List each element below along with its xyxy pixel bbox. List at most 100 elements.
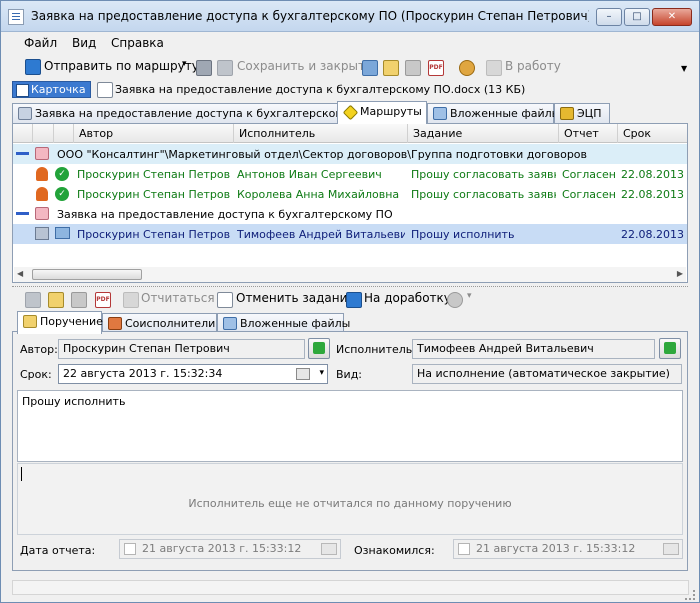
author-field[interactable]: Проскурин Степан Петрович <box>58 339 305 359</box>
tab-routes[interactable]: Маршруты <box>337 101 427 124</box>
due-date-field[interactable]: 22 августа 2013 г. 15:32:34 ▾ <box>58 364 328 384</box>
window: Заявка на предоставление доступа к бухга… <box>0 0 700 603</box>
row-task: Прошу согласовать заявку <box>411 188 556 201</box>
row-author: Проскурин Степан Петрович <box>77 188 231 201</box>
scroll-left-icon[interactable]: ◀ <box>17 269 23 278</box>
save-close-button[interactable]: Сохранить и закрыть <box>237 59 372 73</box>
executor-field[interactable]: Тимофеев Андрей Витальевич <box>412 339 655 359</box>
more-dropdown-icon[interactable]: ▾ <box>467 291 472 301</box>
maximize-button[interactable]: □ <box>624 8 650 26</box>
col-executor[interactable]: Исполнитель <box>239 127 315 140</box>
acquainted-label: Ознакомился: <box>354 544 435 557</box>
close-button[interactable]: ✕ <box>652 8 692 26</box>
print-icon[interactable] <box>71 292 87 308</box>
table-row-selected[interactable]: Проскурин Степан Петрович Тимофеев Андре… <box>13 224 687 244</box>
task-text-area[interactable]: Прошу исполнить <box>17 390 683 462</box>
calendar-icon[interactable] <box>296 368 310 380</box>
collapse-icon[interactable] <box>16 212 29 215</box>
more-icon[interactable] <box>447 292 463 308</box>
tab-attached-files[interactable]: Вложенные файлы <box>427 103 560 123</box>
send-route-button[interactable]: Отправить по маршруту <box>44 59 199 73</box>
acquainted-date-field[interactable]: 21 августа 2013 г. 15:33:12 <box>453 539 683 559</box>
report-date-checkbox[interactable] <box>124 543 136 555</box>
chevron-down-icon[interactable]: ▾ <box>319 365 324 382</box>
tab-assignment[interactable]: Поручение <box>17 311 103 334</box>
due-label: Срок: <box>20 368 52 381</box>
table-row[interactable]: ✓ Проскурин Степан Петрович Королева Анн… <box>13 184 687 204</box>
save-close-icon <box>217 60 233 76</box>
author-open-icon[interactable] <box>308 338 330 359</box>
tab-request[interactable]: Заявка на предоставление доступа к бухга… <box>12 103 371 123</box>
menu-help[interactable]: Справка <box>111 36 164 50</box>
task-icon <box>35 227 49 240</box>
grid-header: Автор Исполнитель Задание Отчет Срок <box>13 124 687 143</box>
assignment-icon <box>23 315 37 328</box>
to-work-button[interactable]: В работу <box>505 59 561 73</box>
report-date-field[interactable]: 21 августа 2013 г. 15:33:12 <box>119 539 341 559</box>
row-task: Прошу исполнить <box>411 228 515 241</box>
cancel-task-button[interactable]: Отменить задание <box>236 291 355 305</box>
approved-check-icon: ✓ <box>55 187 69 201</box>
report-button[interactable]: Отчитаться <box>141 291 215 305</box>
card-button[interactable]: Карточка <box>12 81 91 98</box>
routes-grid: Автор Исполнитель Задание Отчет Срок ООО… <box>12 123 688 283</box>
col-author[interactable]: Автор <box>79 127 113 140</box>
row-author: Проскурин Степан Петрович <box>77 168 231 181</box>
pdf-icon[interactable]: PDF <box>428 60 444 76</box>
executor-open-icon[interactable] <box>659 338 681 359</box>
group-row[interactable]: ООО "Консалтинг"\Маркетинговый отдел\Сек… <box>13 144 687 164</box>
table-row[interactable]: ✓ Проскурин Степан Петрович Антонов Иван… <box>13 164 687 184</box>
users-icon <box>108 317 122 330</box>
col-task[interactable]: Задание <box>413 127 462 140</box>
row-task: Прошу согласовать заявку <box>411 168 556 181</box>
menu-view[interactable]: Вид <box>72 36 96 50</box>
row-report: Согласен <box>562 188 615 201</box>
to-work-icon <box>486 60 502 76</box>
row-executor: Антонов Иван Сергеевич <box>237 168 382 181</box>
sign-icon[interactable] <box>383 60 399 76</box>
attached-file-link[interactable]: Заявка на предоставление доступа к бухга… <box>115 83 525 96</box>
horizontal-scrollbar[interactable]: ◀ ▶ <box>14 267 686 282</box>
attachment-icon <box>223 317 237 330</box>
tab-task-files[interactable]: Вложенные файлы <box>217 313 350 333</box>
resize-grip-icon[interactable] <box>685 590 695 600</box>
word-doc-icon <box>97 82 113 98</box>
refresh-icon[interactable] <box>362 60 378 76</box>
col-due[interactable]: Срок <box>623 127 651 140</box>
group-title: Заявка на предоставление доступа к бухга… <box>57 208 393 221</box>
person-icon <box>36 167 48 181</box>
acquainted-checkbox[interactable] <box>458 543 470 555</box>
approved-check-icon: ✓ <box>55 167 69 181</box>
tab-digital-signature[interactable]: ЭЦП <box>554 103 610 123</box>
attachment-icon <box>433 107 447 120</box>
report-text-area[interactable]: Исполнитель еще не отчитался по данному … <box>17 463 683 535</box>
pdf-icon[interactable]: PDF <box>95 292 111 308</box>
save-icon[interactable] <box>196 60 212 76</box>
group-title: ООО "Консалтинг"\Маркетинговый отдел\Сек… <box>57 148 588 161</box>
scroll-thumb[interactable] <box>32 269 142 280</box>
row-executor: Королева Анна Михайловна <box>237 188 400 201</box>
scroll-right-icon[interactable]: ▶ <box>677 269 683 278</box>
title-bar: Заявка на предоставление доступа к бухга… <box>1 1 699 32</box>
sign-icon[interactable] <box>48 292 64 308</box>
calendar-icon[interactable] <box>321 543 337 555</box>
print-icon[interactable] <box>405 60 421 76</box>
window-title: Заявка на предоставление доступа к бухга… <box>31 9 589 23</box>
minimize-button[interactable]: – <box>596 8 622 26</box>
col-report[interactable]: Отчет <box>564 127 599 140</box>
settings-icon[interactable] <box>459 60 475 76</box>
toolbar-overflow-icon[interactable]: ▼ <box>681 64 687 73</box>
rework-button[interactable]: На доработку <box>364 291 451 305</box>
send-route-dropdown-icon[interactable]: ▾ <box>182 59 187 69</box>
menu-file[interactable]: Файл <box>24 36 57 50</box>
card-row: Карточка Заявка на предоставление доступ… <box>1 79 699 101</box>
task-toolbar: PDF Отчитаться Отменить задание На дораб… <box>1 287 699 311</box>
executor-label: Исполнитель: <box>336 343 416 356</box>
person-icon <box>36 187 48 201</box>
collapse-icon[interactable] <box>16 152 29 155</box>
row-due: 22.08.2013 14 <box>621 188 687 201</box>
tab-coexecutors[interactable]: Соисполнители <box>102 313 217 333</box>
group-row[interactable]: Заявка на предоставление доступа к бухга… <box>13 204 687 224</box>
text-cursor <box>21 467 22 481</box>
calendar-icon[interactable] <box>663 543 679 555</box>
